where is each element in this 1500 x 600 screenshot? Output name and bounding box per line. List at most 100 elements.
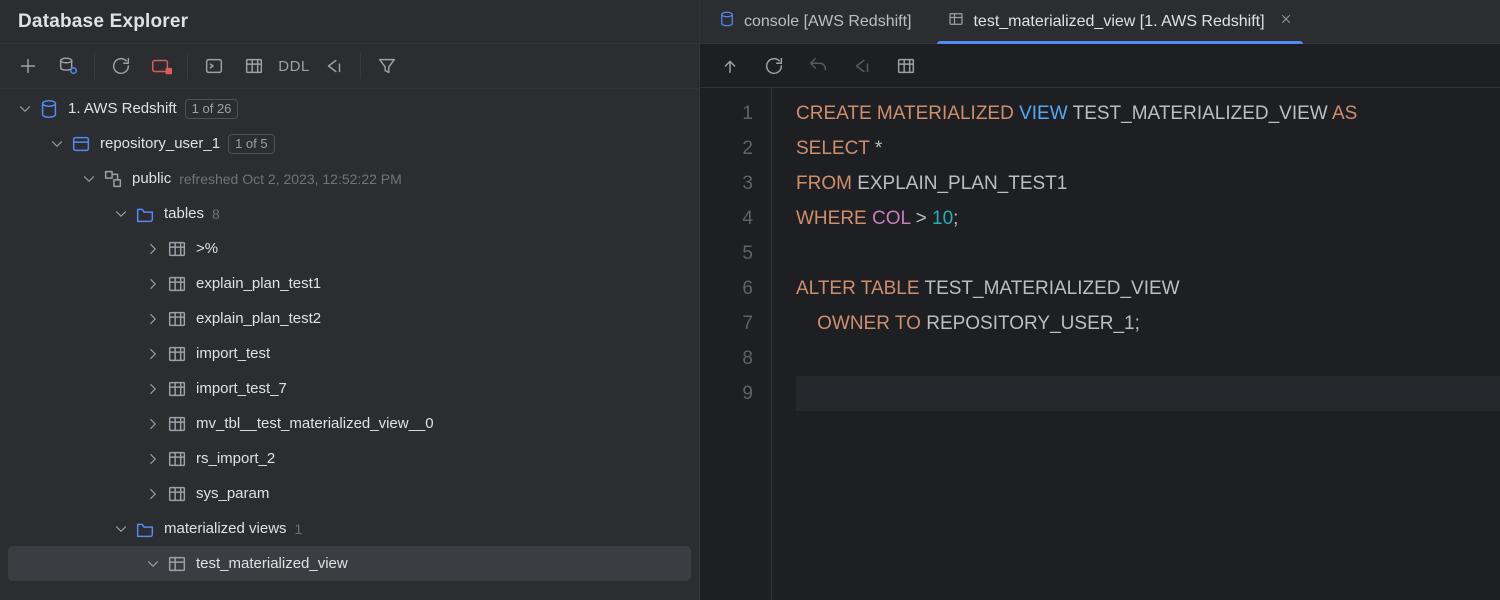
code-area[interactable]: CREATE MATERIALIZED VIEW TEST_MATERIALIZ…	[772, 88, 1500, 600]
table-label: mv_tbl__test_materialized_view__0	[196, 415, 434, 432]
editor-panel: console [AWS Redshift] test_materialized…	[700, 0, 1500, 600]
chevron-right-icon[interactable]	[144, 380, 162, 398]
table-icon[interactable]	[886, 48, 926, 84]
table-node[interactable]: explain_plan_test1	[8, 266, 691, 301]
table-label: sys_param	[196, 485, 269, 502]
refresh-icon[interactable]	[101, 48, 141, 84]
table-node[interactable]: explain_plan_test2	[8, 301, 691, 336]
chevron-down-icon[interactable]	[112, 205, 130, 223]
schema-icon	[70, 133, 92, 155]
table-icon	[166, 448, 188, 470]
table-icon	[166, 378, 188, 400]
mv-folder-label: materialized views	[164, 520, 287, 537]
folder-icon	[134, 518, 156, 540]
table-icon	[166, 343, 188, 365]
chevron-right-icon[interactable]	[144, 415, 162, 433]
table-label: >%	[196, 240, 218, 257]
table-label: import_test_7	[196, 380, 287, 397]
code-line[interactable]: WHERE COL > 10;	[796, 201, 1500, 236]
editor-toolbar	[700, 44, 1500, 88]
view-icon	[166, 553, 188, 575]
badge: 1 of 5	[228, 134, 275, 154]
chevron-right-icon[interactable]	[144, 345, 162, 363]
code-line[interactable]	[796, 236, 1500, 271]
explorer-toolbar: DDL	[0, 44, 699, 88]
upload-icon[interactable]	[710, 48, 750, 84]
divider	[94, 53, 95, 79]
schema-icon	[102, 168, 124, 190]
datasource-node[interactable]: 1. AWS Redshift 1 of 26	[8, 91, 691, 126]
add-icon[interactable]	[8, 48, 48, 84]
chevron-right-icon[interactable]	[144, 275, 162, 293]
divider	[187, 53, 188, 79]
table-label: explain_plan_test1	[196, 275, 321, 292]
chevron-down-icon[interactable]	[112, 520, 130, 538]
code-line[interactable]: OWNER TO REPOSITORY_USER_1;	[796, 306, 1500, 341]
table-icon	[166, 273, 188, 295]
code-line[interactable]: ALTER TABLE TEST_MATERIALIZED_VIEW	[796, 271, 1500, 306]
chevron-right-icon[interactable]	[144, 240, 162, 258]
datasource-label: 1. AWS Redshift	[68, 100, 177, 117]
table-icon	[166, 238, 188, 260]
table-icon[interactable]	[234, 48, 274, 84]
database-explorer-panel: Database Explorer DDL 1. AWS Redshift 1 …	[0, 0, 700, 600]
badge: 1 of 26	[185, 99, 239, 119]
filter-icon[interactable]	[367, 48, 407, 84]
database-label: repository_user_1	[100, 135, 220, 152]
database-node[interactable]: repository_user_1 1 of 5	[8, 126, 691, 161]
navigate-icon[interactable]	[842, 48, 882, 84]
tables-label: tables	[164, 205, 204, 222]
editor-tabs: console [AWS Redshift] test_materialized…	[700, 0, 1500, 44]
tab-materialized-view[interactable]: test_materialized_view [1. AWS Redshift]	[929, 0, 1310, 43]
table-node[interactable]: sys_param	[8, 476, 691, 511]
chevron-down-icon[interactable]	[48, 135, 66, 153]
code-editor[interactable]: 123456789 CREATE MATERIALIZED VIEW TEST_…	[700, 88, 1500, 600]
table-label: import_test	[196, 345, 270, 362]
table-node[interactable]: import_test	[8, 336, 691, 371]
table-label: rs_import_2	[196, 450, 275, 467]
chevron-right-icon[interactable]	[144, 485, 162, 503]
tab-label: test_materialized_view [1. AWS Redshift]	[973, 13, 1264, 31]
close-icon[interactable]	[1279, 12, 1293, 31]
refresh-icon[interactable]	[754, 48, 794, 84]
code-line[interactable]: SELECT *	[796, 131, 1500, 166]
divider	[360, 53, 361, 79]
table-node[interactable]: >%	[8, 231, 691, 266]
stop-icon[interactable]	[141, 48, 181, 84]
schema-node[interactable]: public refreshed Oct 2, 2023, 12:52:22 P…	[8, 161, 691, 196]
chevron-right-icon[interactable]	[144, 450, 162, 468]
navigate-icon[interactable]	[314, 48, 354, 84]
ddl-button[interactable]: DDL	[274, 48, 314, 84]
mv-label: test_materialized_view	[196, 555, 348, 572]
chevron-down-icon[interactable]	[16, 100, 34, 118]
jump-to-console-icon[interactable]	[194, 48, 234, 84]
refreshed-label: refreshed Oct 2, 2023, 12:52:22 PM	[179, 171, 402, 187]
table-label: explain_plan_test2	[196, 310, 321, 327]
table-icon	[166, 483, 188, 505]
database-icon	[718, 10, 736, 33]
code-line[interactable]: FROM EXPLAIN_PLAN_TEST1	[796, 166, 1500, 201]
table-node[interactable]: mv_tbl__test_materialized_view__0	[8, 406, 691, 441]
tree[interactable]: 1. AWS Redshift 1 of 26 repository_user_…	[0, 89, 699, 600]
chevron-down-icon[interactable]	[80, 170, 98, 188]
code-line[interactable]	[796, 341, 1500, 376]
gutter: 123456789	[700, 88, 772, 600]
tab-console[interactable]: console [AWS Redshift]	[700, 0, 929, 43]
code-line[interactable]	[796, 376, 1500, 411]
count: 8	[212, 206, 220, 222]
undo-icon[interactable]	[798, 48, 838, 84]
tables-folder[interactable]: tables 8	[8, 196, 691, 231]
schema-label: public	[132, 170, 171, 187]
materialized-views-folder[interactable]: materialized views 1	[8, 511, 691, 546]
table-node[interactable]: rs_import_2	[8, 441, 691, 476]
table-icon	[166, 413, 188, 435]
folder-icon	[134, 203, 156, 225]
view-icon	[947, 10, 965, 33]
database-icon	[38, 98, 60, 120]
chevron-right-icon[interactable]	[144, 310, 162, 328]
datasource-properties-icon[interactable]	[48, 48, 88, 84]
chevron-down-icon[interactable]	[144, 555, 162, 573]
table-node[interactable]: import_test_7	[8, 371, 691, 406]
materialized-view-node[interactable]: test_materialized_view	[8, 546, 691, 581]
code-line[interactable]: CREATE MATERIALIZED VIEW TEST_MATERIALIZ…	[796, 96, 1500, 131]
